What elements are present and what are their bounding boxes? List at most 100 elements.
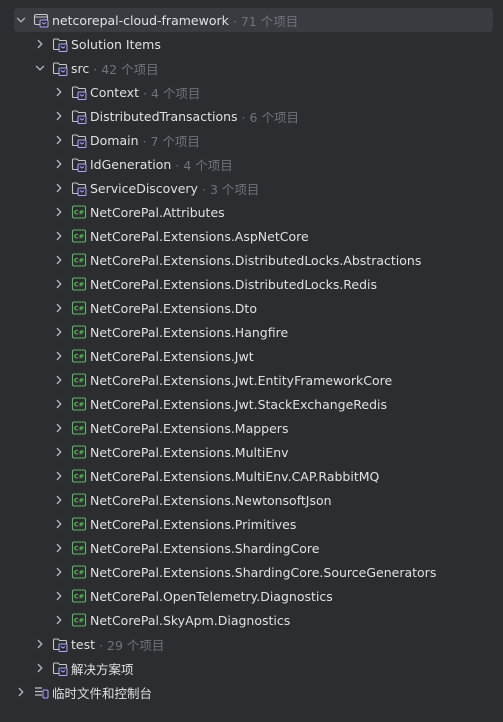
chevron-right-icon[interactable]	[52, 349, 66, 363]
chevron-right-icon[interactable]	[52, 445, 66, 459]
chevron-right-icon[interactable]	[52, 589, 66, 603]
chevron-right-icon[interactable]	[52, 493, 66, 507]
tree-node-label: 临时文件和控制台	[52, 685, 153, 701]
chevron-right-icon[interactable]	[52, 325, 66, 339]
chevron-right-icon[interactable]	[52, 613, 66, 627]
tree-node-netcorepal-extensions-dto[interactable]: C# NetCorePal.Extensions.Dto	[0, 296, 503, 320]
tree-node-label: Domain	[90, 132, 139, 148]
tree-node-count: · 42 个项目	[89, 59, 158, 78]
item-count-text: 4 个项目	[150, 85, 201, 101]
svg-text:C#: C#	[74, 281, 84, 289]
solution-folder-icon	[52, 36, 68, 52]
tree-node-test[interactable]: test · 29 个项目	[0, 632, 503, 656]
svg-text:C#: C#	[74, 617, 84, 625]
chevron-right-icon[interactable]	[52, 229, 66, 243]
chevron-right-icon[interactable]	[52, 157, 66, 171]
svg-text:C#: C#	[74, 545, 84, 553]
separator-dot: ·	[142, 85, 147, 101]
csharp-project-icon: C#	[71, 564, 87, 580]
solution-folder-icon	[71, 132, 87, 148]
solution-explorer-tree: netcorepal-cloud-framework · 71 个项目 Solutio…	[0, 0, 503, 722]
solution-folder-icon	[52, 636, 68, 652]
chevron-right-icon[interactable]	[52, 373, 66, 387]
chevron-right-icon[interactable]	[33, 661, 47, 675]
tree-node-netcorepal-extensions-jwt-stackexchangeredis[interactable]: C# NetCorePal.Extensions.Jwt.StackExchang…	[0, 392, 503, 416]
tree-node-label: ServiceDiscovery	[90, 180, 198, 196]
tree-node-netcorepal-extensions-distributedlocks-redis[interactable]: C# NetCorePal.Extensions.DistributedLocks…	[0, 272, 503, 296]
tree-node-netcorepal-extensions-shardingcore[interactable]: C# NetCorePal.Extensions.ShardingCore	[0, 536, 503, 560]
tree-node-netcorepal-extensions-jwt-entityframeworkcore[interactable]: C# NetCorePal.Extensions.Jwt.EntityFramew…	[0, 368, 503, 392]
solution-folder-icon	[71, 156, 87, 172]
chevron-right-icon[interactable]	[52, 181, 66, 195]
tree-node-netcorepal-cloud-framework[interactable]: netcorepal-cloud-framework · 71 个项目	[14, 8, 493, 32]
tree-node-context[interactable]: Context · 4 个项目	[0, 80, 503, 104]
tree-node-count: · 6 个项目	[238, 107, 299, 126]
tree-node-netcorepal-extensions-aspnetcore[interactable]: C# NetCorePal.Extensions.AspNetCore	[0, 224, 503, 248]
chevron-right-icon[interactable]	[33, 637, 47, 651]
chevron-right-icon[interactable]	[52, 85, 66, 99]
tree-node-count: · 4 个项目	[139, 83, 200, 102]
separator-dot: ·	[93, 61, 98, 77]
tree-node-netcorepal-extensions-jwt[interactable]: C# NetCorePal.Extensions.Jwt	[0, 344, 503, 368]
svg-text:C#: C#	[74, 401, 84, 409]
chevron-right-icon[interactable]	[52, 277, 66, 291]
tree-node-netcorepal-extensions-multienv[interactable]: C# NetCorePal.Extensions.MultiEnv	[0, 440, 503, 464]
tree-node-netcorepal-opentelemetry-diagnostics[interactable]: C# NetCorePal.OpenTelemetry.Diagnostics	[0, 584, 503, 608]
tree-node-netcorepal-extensions-mappers[interactable]: C# NetCorePal.Extensions.Mappers	[0, 416, 503, 440]
tree-node-label: NetCorePal.Extensions.Mappers	[90, 420, 289, 436]
chevron-right-icon[interactable]	[52, 421, 66, 435]
tree-node-domain[interactable]: Domain · 7 个项目	[0, 128, 503, 152]
item-count-text: 71 个项目	[240, 13, 299, 29]
tree-node-解决方案项[interactable]: 解决方案项	[0, 656, 503, 680]
chevron-right-icon[interactable]	[52, 109, 66, 123]
separator-dot: ·	[175, 157, 180, 173]
tree-node-count: · 71 个项目	[229, 11, 298, 30]
tree-node-netcorepal-skyapm-diagnostics[interactable]: C# NetCorePal.SkyApm.Diagnostics	[0, 608, 503, 632]
item-count-text: 4 个项目	[183, 157, 233, 173]
csharp-project-icon: C#	[71, 252, 87, 268]
tree-node-netcorepal-attributes[interactable]: C# NetCorePal.Attributes	[0, 200, 503, 224]
chevron-right-icon[interactable]	[52, 253, 66, 267]
tree-node-临时文件和控制台[interactable]: 临时文件和控制台	[0, 680, 503, 704]
tree-node-solution-items[interactable]: Solution Items	[0, 32, 503, 56]
tree-node-label: NetCorePal.Extensions.DistributedLocks.A…	[90, 252, 422, 268]
tree-node-distributedtransactions[interactable]: DistributedTransactions · 6 个项目	[0, 104, 503, 128]
chevron-right-icon[interactable]	[52, 517, 66, 531]
csharp-project-icon: C#	[71, 324, 87, 340]
tree-node-servicediscovery[interactable]: ServiceDiscovery · 3 个项目	[0, 176, 503, 200]
chevron-right-icon[interactable]	[52, 541, 66, 555]
tree-node-label: NetCorePal.SkyApm.Diagnostics	[90, 612, 291, 628]
tree-node-label: IdGeneration	[90, 156, 172, 172]
svg-text:C#: C#	[74, 209, 84, 217]
chevron-right-icon[interactable]	[52, 565, 66, 579]
chevron-right-icon[interactable]	[14, 685, 28, 699]
tree-node-label: NetCorePal.Extensions.Jwt	[90, 348, 254, 364]
csharp-project-icon: C#	[71, 396, 87, 412]
tree-node-idgeneration[interactable]: IdGeneration · 4 个项目	[0, 152, 503, 176]
tree-node-label: DistributedTransactions	[90, 108, 238, 124]
chevron-down-icon[interactable]	[14, 13, 28, 27]
chevron-right-icon[interactable]	[52, 301, 66, 315]
tree-node-netcorepal-extensions-newtonsoftjson[interactable]: C# NetCorePal.Extensions.NewtonsoftJson	[0, 488, 503, 512]
item-count-text: 7 个项目	[150, 133, 200, 149]
csharp-project-icon: C#	[71, 516, 87, 532]
svg-text:C#: C#	[74, 425, 84, 433]
tree-node-label: src	[71, 60, 90, 76]
tree-node-netcorepal-extensions-primitives[interactable]: C# NetCorePal.Extensions.Primitives	[0, 512, 503, 536]
chevron-right-icon[interactable]	[52, 205, 66, 219]
tree-node-netcorepal-extensions-shardingcore-sourcegenerators[interactable]: C# NetCorePal.Extensions.ShardingCore.Sou…	[0, 560, 503, 584]
tree-node-netcorepal-extensions-distributedlocks-abstractions[interactable]: C# NetCorePal.Extensions.DistributedLocks…	[0, 248, 503, 272]
chevron-right-icon[interactable]	[52, 133, 66, 147]
csharp-project-icon: C#	[71, 612, 87, 628]
separator-dot: ·	[232, 13, 237, 29]
tree-node-netcorepal-extensions-hangfire[interactable]: C# NetCorePal.Extensions.Hangfire	[0, 320, 503, 344]
csharp-project-icon: C#	[71, 468, 87, 484]
chevron-down-icon[interactable]	[33, 61, 47, 75]
tree-node-netcorepal-extensions-multienv-cap-rabbitmq[interactable]: C# NetCorePal.Extensions.MultiEnv.CAP.Rab…	[0, 464, 503, 488]
chevron-right-icon[interactable]	[52, 469, 66, 483]
chevron-right-icon[interactable]	[52, 397, 66, 411]
chevron-right-icon[interactable]	[33, 37, 47, 51]
tree-node-label: NetCorePal.Attributes	[90, 204, 225, 220]
tree-node-label: NetCorePal.Extensions.NewtonsoftJson	[90, 492, 332, 508]
tree-node-src[interactable]: src · 42 个项目	[0, 56, 503, 80]
